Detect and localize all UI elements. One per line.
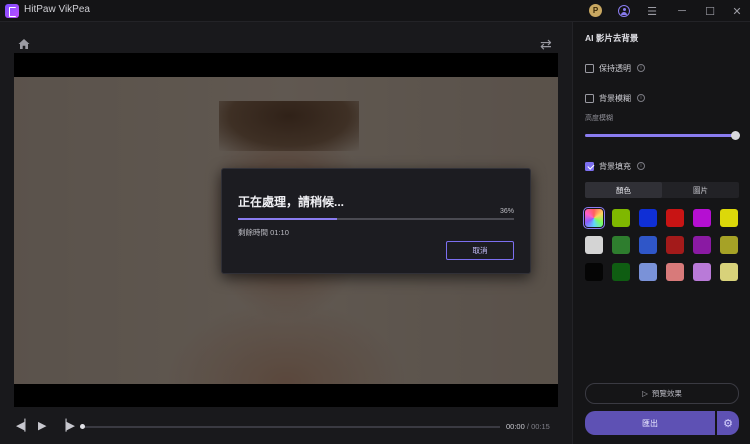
info-icon[interactable]: i xyxy=(637,64,645,72)
color-swatch[interactable] xyxy=(693,209,711,227)
preview-button[interactable]: ▷ 預覽效果 xyxy=(585,383,739,404)
time-separator: / xyxy=(526,422,529,431)
color-swatch[interactable] xyxy=(612,263,630,281)
remaining-label: 剩餘時間 xyxy=(238,228,268,237)
color-swatch[interactable] xyxy=(666,263,684,281)
progress-fill xyxy=(238,218,338,220)
previous-frame-button[interactable]: ◀▏ xyxy=(16,421,33,432)
remaining-time: 剩餘時間 01:10 xyxy=(238,227,289,238)
slider-handle[interactable] xyxy=(731,131,740,140)
remaining-value: 01:10 xyxy=(270,228,289,237)
color-swatch[interactable] xyxy=(693,263,711,281)
info-icon[interactable]: i xyxy=(637,94,645,102)
seek-handle[interactable] xyxy=(80,424,85,429)
color-swatch[interactable] xyxy=(612,236,630,254)
seek-bar[interactable] xyxy=(80,424,500,429)
close-button[interactable]: ✕ xyxy=(729,3,745,19)
keep-transparent-label: 保持透明 xyxy=(599,63,631,73)
color-swatch[interactable] xyxy=(639,209,657,227)
bg-fill-checkbox[interactable] xyxy=(585,161,594,171)
play-outline-icon: ▷ xyxy=(642,389,648,398)
title-bar: HitPaw VikPea P ☰ ─ ☐ ✕ xyxy=(0,0,750,22)
export-button[interactable]: 匯出 xyxy=(585,411,715,435)
gear-icon[interactable]: ⚙ xyxy=(717,411,739,435)
settings-panel: AI 影片去背景 保持透明 i 背景模糊 i 高度模糊 背景填充 i 顏色 圖片… xyxy=(572,22,750,444)
color-swatch[interactable] xyxy=(585,263,603,281)
keep-transparent-checkbox[interactable] xyxy=(585,63,594,73)
time-readout: 00:00 / 00:15 xyxy=(506,422,550,431)
bg-fill-label: 背景填充 xyxy=(599,161,631,171)
blur-level-label: 高度模糊 xyxy=(585,115,613,122)
app-title: HitPaw VikPea xyxy=(24,4,90,15)
tab-color[interactable]: 顏色 xyxy=(585,182,662,198)
cancel-button[interactable]: 取消 xyxy=(446,241,514,260)
current-time: 00:00 xyxy=(506,422,525,431)
account-icon[interactable] xyxy=(618,5,630,17)
color-swatch[interactable] xyxy=(666,209,684,227)
play-button[interactable]: ▶ xyxy=(38,421,46,432)
bg-fill-option[interactable]: 背景填充 i xyxy=(585,160,645,172)
blur-level-slider[interactable] xyxy=(585,131,740,140)
next-frame-button[interactable]: ▕▶ xyxy=(58,421,75,432)
info-icon[interactable]: i xyxy=(637,162,645,170)
preview-label: 預覽效果 xyxy=(651,389,682,398)
progress-percent: 36% xyxy=(499,208,514,215)
bg-blur-label: 背景模糊 xyxy=(599,93,631,103)
color-swatch[interactable] xyxy=(720,236,738,254)
bg-blur-checkbox[interactable] xyxy=(585,93,594,103)
color-swatch[interactable] xyxy=(583,207,605,229)
total-time: 00:15 xyxy=(531,422,550,431)
player-controls: ◀▏ ▶ ▕▶ 00:00 / 00:15 xyxy=(0,414,572,444)
maximize-button[interactable]: ☐ xyxy=(702,3,718,19)
color-swatch[interactable] xyxy=(639,236,657,254)
bg-blur-option[interactable]: 背景模糊 i xyxy=(585,92,645,104)
app-logo-icon xyxy=(5,4,19,18)
menu-icon[interactable]: ☰ xyxy=(644,3,660,19)
compare-swap-icon[interactable]: ⇄ xyxy=(540,36,552,53)
color-swatch[interactable] xyxy=(612,209,630,227)
progress-bar xyxy=(238,218,514,220)
avatar[interactable]: P xyxy=(589,4,602,17)
panel-title: AI 影片去背景 xyxy=(585,33,639,43)
color-swatch[interactable] xyxy=(720,263,738,281)
tab-image[interactable]: 圖片 xyxy=(662,182,739,198)
dialog-title: 正在處理，請稍候... xyxy=(238,195,345,209)
color-swatch[interactable] xyxy=(639,263,657,281)
color-swatch[interactable] xyxy=(585,236,603,254)
color-swatch[interactable] xyxy=(693,236,711,254)
processing-dialog: 正在處理，請稍候... 36% 剩餘時間 01:10 取消 xyxy=(221,168,531,274)
minimize-button[interactable]: ─ xyxy=(674,3,690,19)
color-swatch[interactable] xyxy=(720,209,738,227)
color-swatch[interactable] xyxy=(666,236,684,254)
keep-transparent-option[interactable]: 保持透明 i xyxy=(585,62,645,74)
home-icon[interactable] xyxy=(18,38,30,50)
fill-type-tabs: 顏色 圖片 xyxy=(585,182,739,198)
slider-fill xyxy=(585,134,735,137)
